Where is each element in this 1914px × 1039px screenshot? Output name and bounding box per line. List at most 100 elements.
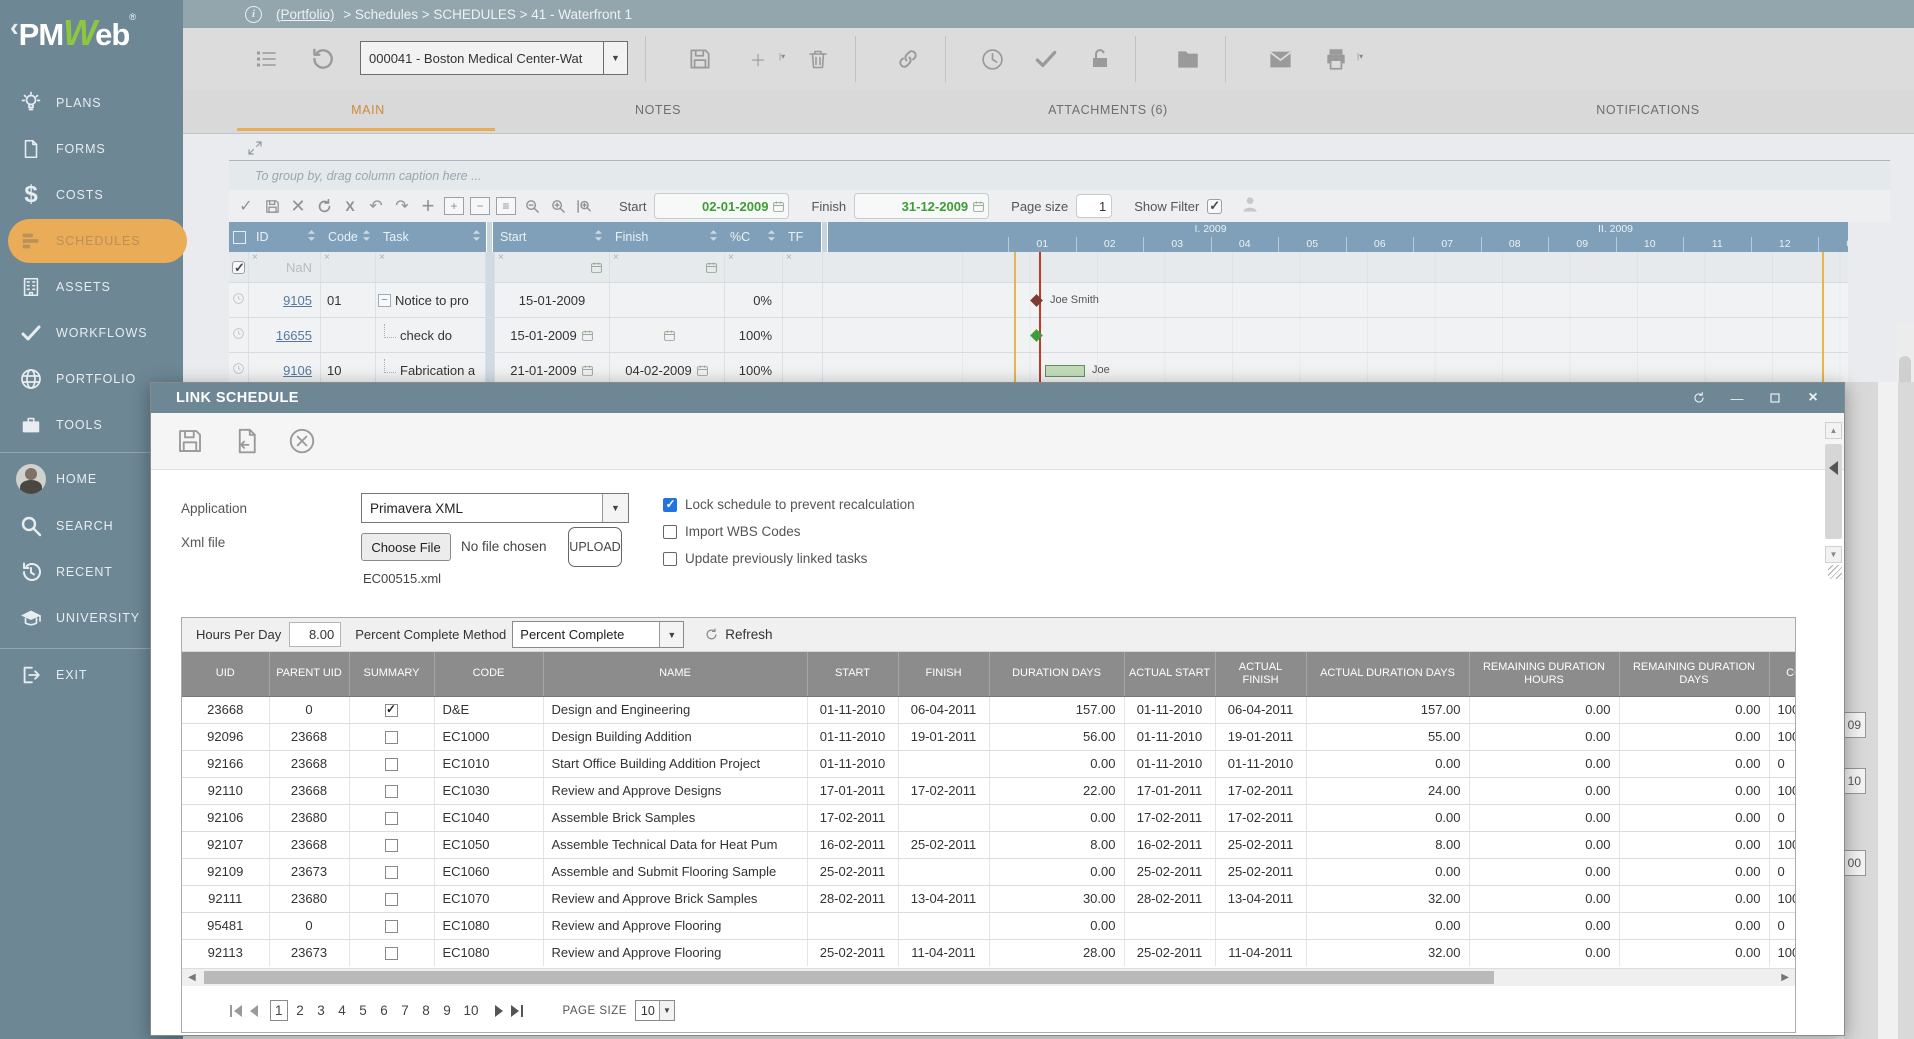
scroll-down-icon[interactable]: ▼ [1825, 546, 1842, 563]
col-task[interactable]: Task [376, 222, 486, 252]
filter-start[interactable] [495, 252, 610, 282]
redo-icon[interactable]: ↷ [389, 195, 415, 217]
summary-checkbox[interactable] [385, 758, 398, 771]
approve-check-icon[interactable] [1029, 42, 1063, 76]
sort-icon[interactable] [709, 229, 718, 245]
scroll-track[interactable] [1878, 382, 1898, 1039]
hours-per-day-input[interactable]: 8.00 [289, 622, 341, 647]
col-actual-start[interactable]: ACTUAL START [1124, 652, 1215, 696]
sidebar-item-workflows[interactable]: WORKFLOWS [0, 310, 183, 356]
filter-code[interactable] [321, 252, 376, 282]
info-icon[interactable]: i [245, 6, 262, 23]
scroll-left-icon[interactable]: ◀ [188, 972, 196, 983]
import-wbs-option[interactable]: Import WBS Codes [663, 524, 801, 539]
filter-finish[interactable] [610, 252, 725, 282]
page-number[interactable]: 1 [270, 1000, 288, 1021]
table-row[interactable]: 23668 0 D&E Design and Engineering 01-11… [182, 696, 1795, 723]
update-linked-option[interactable]: Update previously linked tasks [663, 551, 867, 566]
person-icon[interactable] [1240, 194, 1260, 219]
maximize-icon[interactable] [1762, 388, 1788, 408]
scroll-right-icon[interactable]: ▶ [1781, 972, 1789, 983]
collapse-panel-icon[interactable] [1829, 461, 1838, 475]
col-duration-days[interactable]: DURATION DAYS [989, 652, 1124, 696]
pane-splitter[interactable] [486, 222, 493, 252]
tab-attachments[interactable]: ATTACHMENTS (6) [1013, 90, 1203, 130]
update-linked-checkbox[interactable] [663, 552, 677, 566]
list-view-icon[interactable] [249, 42, 283, 76]
page-number[interactable]: 9 [439, 1001, 456, 1020]
table-row[interactable]: 95481 0 EC1080 Review and Approve Floori… [182, 912, 1795, 939]
collapse-all-icon[interactable]: − [470, 197, 490, 215]
filter-tf[interactable] [783, 252, 823, 282]
minimize-icon[interactable]: — [1724, 388, 1750, 408]
group-by-bar[interactable]: To group by, drag column caption here ..… [229, 162, 1890, 190]
table-row[interactable]: 92107 23668 EC1050 Assemble Technical Da… [182, 831, 1795, 858]
delete-icon[interactable] [801, 42, 835, 76]
tab-notes[interactable]: NOTES [573, 90, 743, 130]
filter-pct[interactable] [725, 252, 783, 282]
col-code[interactable]: CODE [434, 652, 543, 696]
start-date-input[interactable]: 02-01-2009 [654, 193, 789, 219]
unlock-icon[interactable] [1083, 42, 1117, 76]
milestone-marker[interactable] [1030, 294, 1043, 307]
application-select[interactable]: Primavera XML ▼ [361, 493, 629, 523]
col-name[interactable]: NAME [543, 652, 807, 696]
sort-icon[interactable] [472, 229, 481, 245]
summary-checkbox[interactable] [385, 893, 398, 906]
table-horizontal-scrollbar[interactable]: ◀ ▶ [182, 968, 1795, 986]
upload-button[interactable]: UPLOAD [568, 527, 622, 567]
import-wbs-checkbox[interactable] [663, 525, 677, 539]
add-task-icon[interactable]: + [415, 195, 441, 217]
col-pct[interactable]: %C [723, 222, 781, 252]
modal-title-bar[interactable]: LINK SCHEDULE — × [151, 383, 1844, 413]
lock-schedule-option[interactable]: Lock schedule to prevent recalculation [663, 497, 915, 512]
col-remaining-duration-days[interactable]: REMAINING DURATION DAYS [1619, 652, 1769, 696]
project-select[interactable]: 000041 - Boston Medical Center-Wat ▼ [360, 41, 628, 75]
breadcrumb-portfolio-link[interactable]: (Portfolio) [276, 7, 335, 22]
add-icon[interactable]: ＋ [741, 42, 775, 76]
sort-icon[interactable] [767, 229, 776, 245]
col-parent-uid[interactable]: PARENT UID [269, 652, 349, 696]
outline-icon[interactable]: ≡ [496, 197, 516, 215]
modal-vertical-scrollbar[interactable]: ▲ ▼ [1825, 422, 1843, 582]
sidebar-item-assets[interactable]: ASSETS [0, 264, 183, 310]
page-size-input[interactable]: 1 [1076, 194, 1112, 218]
col-start[interactable]: Start [493, 222, 608, 252]
page-number[interactable]: 7 [397, 1001, 414, 1020]
col-finish[interactable]: Finish [608, 222, 723, 252]
sidebar-item-forms[interactable]: FORMS [0, 126, 183, 172]
summary-checkbox[interactable] [385, 812, 398, 825]
zoom-in-icon[interactable] [545, 195, 571, 217]
accept-icon[interactable]: ✓ [233, 195, 259, 217]
table-row[interactable]: 92096 23668 EC1000 Design Building Addit… [182, 723, 1795, 750]
page-number[interactable]: 6 [376, 1001, 393, 1020]
gantt-task-bar[interactable] [1045, 365, 1085, 377]
filter-task[interactable] [376, 252, 486, 282]
add-dropdown-icon[interactable]: |▾ [779, 52, 785, 61]
mail-icon[interactable] [1263, 42, 1297, 76]
scroll-up-icon[interactable]: ▲ [1825, 422, 1842, 439]
tab-notifications[interactable]: NOTIFICATIONS [1553, 90, 1743, 130]
table-row[interactable]: 92110 23668 EC1030 Review and Approve De… [182, 777, 1795, 804]
summary-checkbox[interactable] [385, 866, 398, 879]
calendar-icon[interactable] [968, 200, 988, 213]
sync-icon[interactable] [1686, 388, 1712, 408]
lock-schedule-checkbox[interactable] [663, 498, 677, 512]
table-row[interactable]: 92113 23673 EC1080 Review and Approve Fl… [182, 939, 1795, 966]
clock-icon[interactable] [975, 42, 1009, 76]
page-number[interactable]: 3 [313, 1001, 330, 1020]
summary-checkbox[interactable] [385, 920, 398, 933]
summary-checkbox[interactable] [385, 731, 398, 744]
finish-date-input[interactable]: 31-12-2009 [854, 193, 989, 219]
page-number[interactable]: 8 [418, 1001, 435, 1020]
col-finish[interactable]: FINISH [898, 652, 989, 696]
task-id-link[interactable]: 16655 [249, 328, 320, 343]
col-uid[interactable]: UID [182, 652, 269, 696]
import-icon[interactable] [229, 424, 263, 458]
col-code[interactable]: Code [321, 222, 376, 252]
summary-checkbox[interactable] [385, 704, 398, 717]
cancel-icon[interactable]: ✕ [285, 195, 311, 217]
collapse-node-icon[interactable]: − [378, 294, 391, 307]
col-summary[interactable]: SUMMARY [349, 652, 434, 696]
resize-grip[interactable] [1828, 565, 1842, 579]
